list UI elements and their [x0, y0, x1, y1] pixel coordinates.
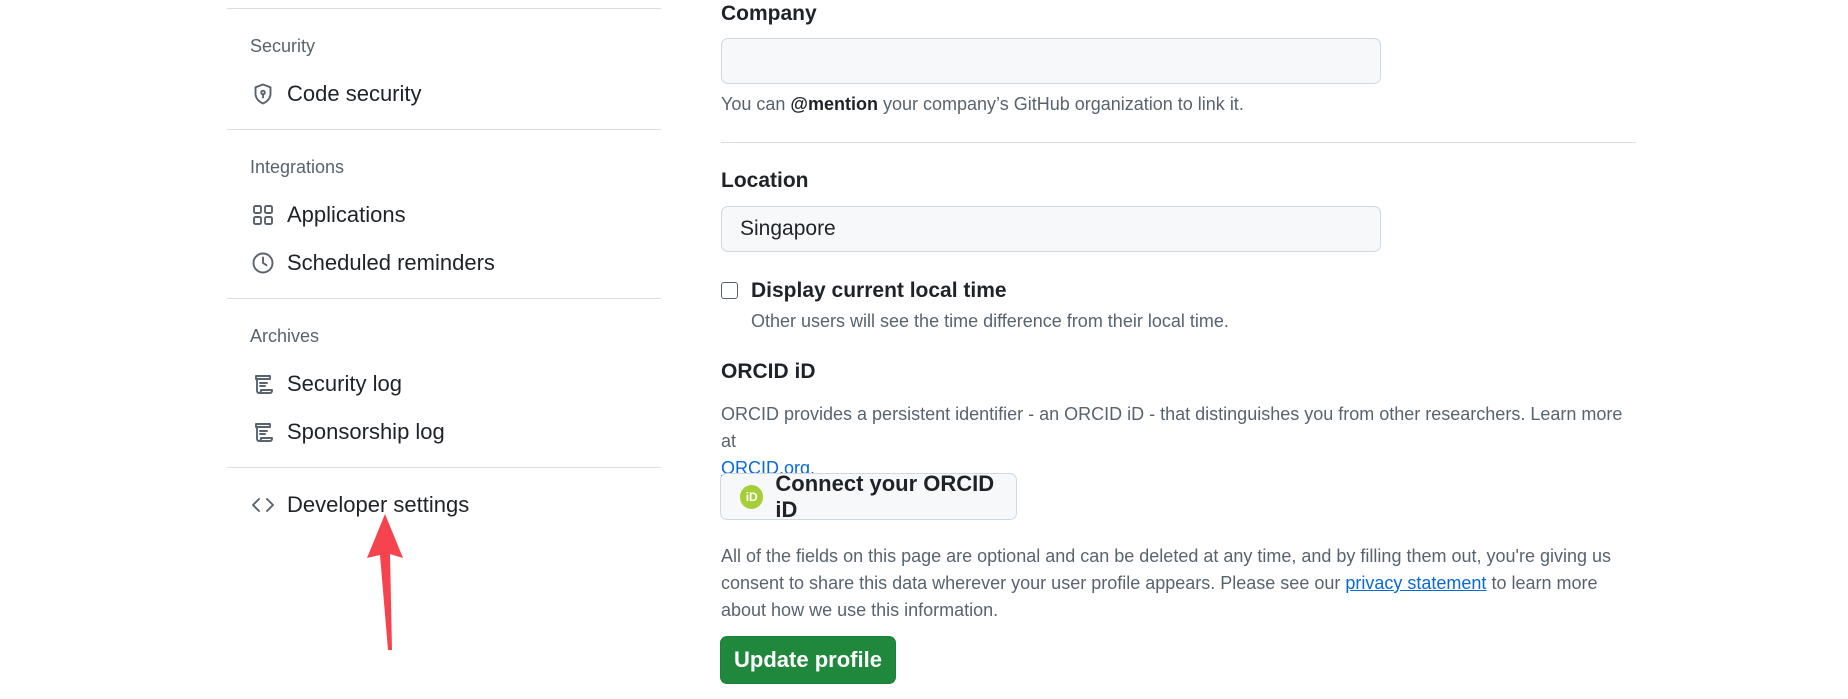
clock-icon: [250, 250, 276, 276]
hint-text: You can: [721, 94, 791, 114]
desc-text: ORCID provides a persistent identifier -…: [721, 404, 1623, 451]
sidebar-header-integrations: Integrations: [250, 157, 345, 177]
sidebar-item-sponsorship-log[interactable]: Sponsorship log: [250, 412, 445, 452]
log-icon: [250, 419, 276, 445]
sidebar-item-scheduled-reminders[interactable]: Scheduled reminders: [250, 243, 495, 283]
location-label: Location: [721, 169, 809, 192]
local-time-checkbox[interactable]: [721, 282, 738, 299]
company-hint: You can @mention your company’s GitHub o…: [721, 91, 1244, 118]
local-time-label[interactable]: Display current local time: [751, 279, 1007, 303]
sidebar-header-security: Security: [250, 36, 316, 56]
log-icon: [250, 371, 276, 397]
shield-lock-icon: [250, 81, 276, 107]
sidebar-item-code-security[interactable]: Code security: [250, 74, 422, 114]
section-divider: [721, 142, 1636, 143]
company-label: Company: [721, 2, 817, 25]
sidebar-divider: [227, 467, 661, 468]
sidebar-divider: [227, 298, 661, 299]
privacy-note: All of the fields on this page are optio…: [721, 543, 1626, 624]
sidebar-item-security-log[interactable]: Security log: [250, 364, 402, 404]
hint-text: your company’s GitHub organization to li…: [877, 94, 1244, 114]
mention-text: @mention: [790, 94, 878, 114]
privacy-statement-link[interactable]: privacy statement: [1345, 573, 1486, 593]
orcid-heading: ORCID iD: [721, 360, 816, 383]
local-time-hint: Other users will see the time difference…: [751, 311, 1229, 331]
sidebar-header-archives: Archives: [250, 326, 320, 346]
company-input[interactable]: [721, 38, 1381, 84]
location-input[interactable]: [721, 206, 1381, 252]
button-label: Connect your ORCID iD: [775, 470, 995, 522]
orcid-logo-icon: iD: [740, 484, 764, 509]
arrow-shape: [367, 514, 403, 650]
sidebar-item-label: Sponsorship log: [287, 419, 445, 444]
sidebar-item-label: Security log: [287, 371, 402, 396]
sidebar-item-label: Applications: [287, 202, 406, 227]
sidebar-item-label: Code security: [287, 81, 422, 106]
sidebar-divider: [227, 8, 661, 9]
apps-grid-icon: [250, 202, 276, 228]
update-profile-button[interactable]: Update profile: [720, 636, 896, 684]
code-icon: [250, 492, 276, 518]
annotation-arrow: [367, 514, 403, 650]
sidebar-item-label: Scheduled reminders: [287, 250, 495, 275]
connect-orcid-button[interactable]: iD Connect your ORCID iD: [720, 470, 1017, 522]
sidebar-item-applications[interactable]: Applications: [250, 195, 406, 235]
sidebar-divider: [227, 129, 661, 130]
